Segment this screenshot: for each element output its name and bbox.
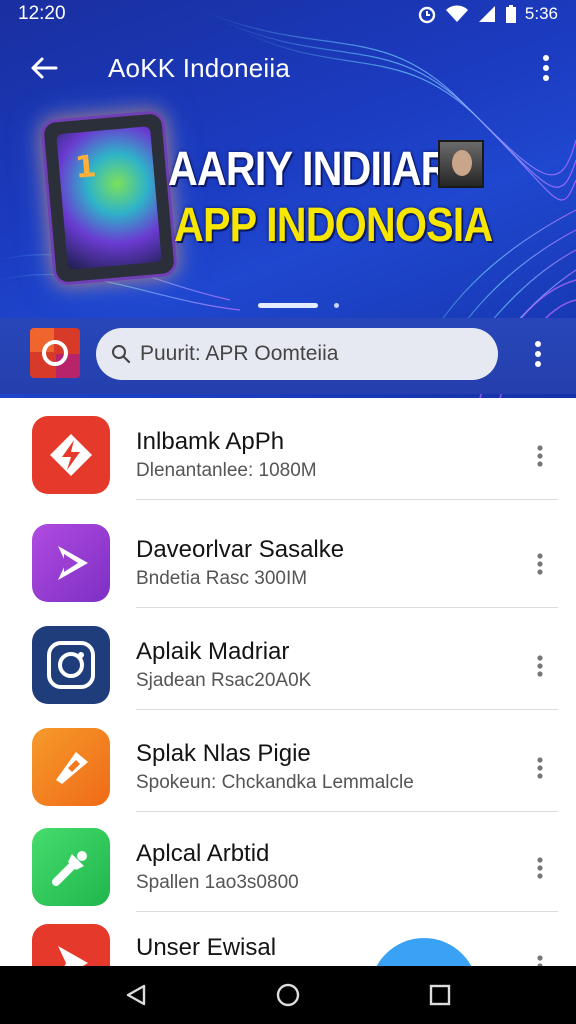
more-vert-icon bbox=[537, 757, 543, 779]
banner-headline: AARIY INDIIAR bbox=[168, 143, 450, 196]
promo-banner[interactable]: 1 AARIY INDIIAR APP INDONOSIA bbox=[0, 100, 576, 300]
wrench-icon bbox=[52, 851, 87, 886]
arrow-left-icon bbox=[31, 57, 58, 79]
list-item[interactable]: Inlbamk ApPh Dlenantanlee: 1080M bbox=[0, 398, 576, 500]
search-input[interactable]: Puurit: APR Oomteiia bbox=[96, 328, 498, 380]
app-icon bbox=[32, 924, 110, 966]
battery-icon bbox=[505, 5, 516, 23]
app-list: Inlbamk ApPh Dlenantanlee: 1080M Daveorl… bbox=[0, 398, 576, 966]
item-more-button[interactable] bbox=[526, 544, 554, 584]
search-text: Puurit: APR Oomteiia bbox=[140, 342, 339, 365]
alarm-icon bbox=[418, 6, 436, 24]
item-subtitle: Spokeun: Chckandka Lemmalcle bbox=[136, 772, 414, 793]
item-title: Daveorlvar Sasalke bbox=[136, 536, 345, 563]
list-item[interactable]: Daveorlvar Sasalke Bndetia Rasc 300IM bbox=[0, 506, 576, 608]
status-time: 12:20 bbox=[18, 3, 66, 24]
banner-subheadline: APP INDONOSIA bbox=[174, 199, 493, 252]
search-icon bbox=[112, 345, 131, 364]
tablet-illustration: 1 bbox=[43, 113, 175, 283]
carousel-indicator bbox=[0, 303, 576, 311]
app-icon bbox=[32, 416, 110, 494]
status-bar: 12:20 5:36 bbox=[0, 0, 576, 28]
app-icon bbox=[32, 626, 110, 704]
item-title: Inlbamk ApPh bbox=[136, 428, 285, 455]
item-subtitle: Dlenantanlee: 1080M bbox=[136, 460, 317, 481]
navigation-bar bbox=[0, 966, 576, 1024]
logo-ring bbox=[42, 340, 68, 366]
nav-home-button[interactable] bbox=[258, 966, 318, 1024]
play-arrow-icon bbox=[58, 546, 88, 580]
signal-icon bbox=[478, 6, 495, 22]
search-more-button[interactable] bbox=[518, 332, 558, 376]
more-vert-icon bbox=[543, 55, 549, 81]
nav-recents-button[interactable] bbox=[410, 966, 470, 1024]
item-title: Splak Nlas Pigie bbox=[136, 740, 311, 767]
list-item[interactable]: Splak Nlas Pigie Spokeun: Chckandka Lemm… bbox=[0, 710, 576, 812]
item-more-button[interactable] bbox=[526, 848, 554, 888]
carousel-dot-active[interactable] bbox=[258, 303, 318, 308]
item-more-button[interactable] bbox=[526, 436, 554, 476]
nav-home-circle-icon bbox=[276, 983, 300, 1007]
app-icon bbox=[32, 524, 110, 602]
divider bbox=[136, 499, 558, 500]
item-title: Aplaik Madriar bbox=[136, 638, 290, 665]
camera-ring-icon bbox=[47, 641, 95, 689]
item-more-button[interactable] bbox=[526, 748, 554, 788]
list-item[interactable]: Aplcal Arbtid Spallen 1ao3s0800 bbox=[0, 810, 576, 912]
list-item[interactable]: Unser Ewisal bbox=[0, 910, 576, 966]
banner-photo bbox=[438, 140, 484, 188]
item-subtitle: Bndetia Rasc 300IM bbox=[136, 568, 308, 589]
app-title: AoKK Indoneiia bbox=[108, 52, 291, 83]
list-item[interactable]: Aplaik Madriar Sjadean Rsac20A0K bbox=[0, 608, 576, 710]
more-vert-icon bbox=[537, 445, 543, 467]
overflow-menu-button[interactable] bbox=[516, 40, 576, 96]
tablet-number: 1 bbox=[73, 149, 98, 186]
item-title: Unser Ewisal bbox=[136, 934, 277, 961]
app-bar: AoKK Indoneiia bbox=[0, 40, 576, 96]
carousel-dot[interactable] bbox=[334, 303, 339, 308]
tablet-screen: 1 bbox=[56, 126, 162, 270]
more-vert-icon bbox=[537, 655, 543, 677]
play-arrow-icon bbox=[58, 946, 88, 966]
search-row: Puurit: APR Oomteiia bbox=[0, 318, 576, 394]
nav-recents-square-icon bbox=[429, 984, 451, 1006]
more-vert-icon bbox=[535, 341, 541, 367]
item-more-button[interactable] bbox=[526, 946, 554, 966]
battery-text: 5:36 bbox=[524, 4, 558, 23]
app-logo[interactable] bbox=[30, 328, 80, 378]
wifi-icon bbox=[445, 5, 468, 22]
more-vert-icon bbox=[537, 955, 543, 966]
item-subtitle: Spallen 1ao3s0800 bbox=[136, 872, 299, 893]
diamond-arrows-icon bbox=[50, 434, 92, 476]
nav-back-triangle-icon bbox=[126, 984, 146, 1006]
back-button[interactable] bbox=[0, 40, 88, 96]
more-vert-icon bbox=[537, 553, 543, 575]
more-vert-icon bbox=[537, 857, 543, 879]
photo-face bbox=[452, 150, 472, 176]
status-icons: 5:36 bbox=[417, 4, 558, 24]
pencil-shape-icon bbox=[56, 752, 88, 784]
item-subtitle: Sjadean Rsac20A0K bbox=[136, 670, 312, 691]
app-icon bbox=[32, 828, 110, 906]
item-more-button[interactable] bbox=[526, 646, 554, 686]
hero-header: 12:20 5:36 AoKK Indoneiia 1 AARIY INDIIA… bbox=[0, 0, 576, 398]
app-icon bbox=[32, 728, 110, 806]
item-title: Aplcal Arbtid bbox=[136, 840, 270, 867]
nav-back-button[interactable] bbox=[106, 966, 166, 1024]
